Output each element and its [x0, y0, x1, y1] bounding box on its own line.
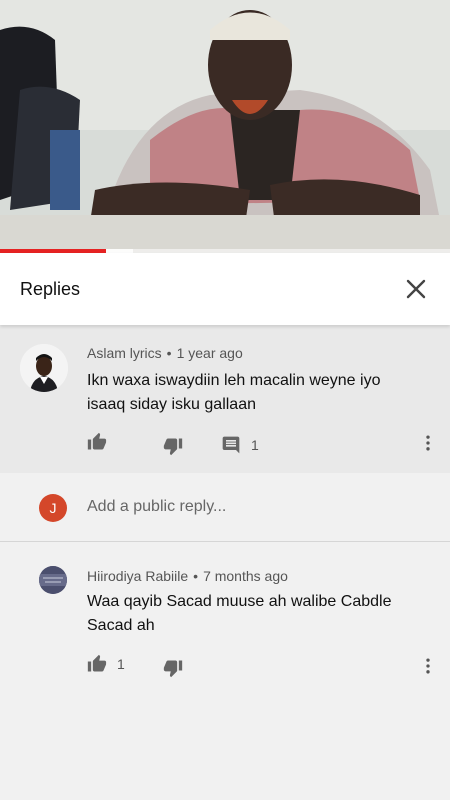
more-options-button[interactable] [418, 433, 438, 453]
comment-text: Waa qayib Sacad muuse ah walibe Cabdle S… [87, 590, 391, 638]
more-vert-icon [426, 658, 430, 674]
close-icon [406, 279, 426, 299]
like-button[interactable] [87, 432, 107, 452]
panel-title: Replies [20, 279, 81, 299]
comment-time: 7 months ago [203, 568, 288, 584]
comment-author[interactable]: Hiirodiya Rabiile [87, 568, 188, 584]
comment-text-line: Ikn waxa iswaydiin leh macalin weyne iyo [87, 372, 381, 389]
avatar-image [39, 566, 67, 594]
parent-comment: Aslam lyrics • 1 year ago Ikn waxa iswaydi… [0, 325, 450, 473]
like-count: 1 [117, 656, 125, 672]
thumbs-up-icon [87, 654, 107, 672]
comment-meta: Aslam lyrics • 1 year ago [87, 345, 243, 361]
comment-text: Ikn waxa iswaydiin leh macalin weyne iyo… [87, 369, 380, 417]
comment-text-line: isaaq siday isku gallaan [87, 396, 256, 413]
dislike-button[interactable] [163, 658, 183, 678]
comment-author[interactable]: Aslam lyrics [87, 345, 162, 361]
video-frame [0, 0, 450, 253]
thumbs-down-icon [163, 438, 183, 456]
close-button[interactable] [400, 273, 432, 305]
comment-meta: Hiirodiya Rabiile • 7 months ago [87, 568, 288, 584]
reply-comment: Hiirodiya Rabiile • 7 months ago Waa qayib… [0, 542, 450, 800]
video-player[interactable] [0, 0, 450, 253]
meta-separator: • [193, 568, 199, 584]
like-button[interactable]: 1 [87, 654, 125, 674]
thumbs-down-icon [163, 660, 183, 678]
comment-icon [222, 436, 240, 454]
avatar-image [20, 344, 68, 392]
comment-text-line: Sacad ah [87, 617, 155, 634]
thumbs-up-icon [87, 432, 107, 450]
avatar[interactable] [39, 566, 67, 594]
avatar[interactable] [20, 344, 68, 392]
reply-count: 1 [251, 437, 259, 453]
meta-separator: • [166, 345, 172, 361]
replies-button[interactable]: 1 [221, 435, 259, 455]
more-options-button[interactable] [418, 656, 438, 676]
comment-time: 1 year ago [176, 345, 243, 361]
more-vert-icon [426, 435, 430, 451]
add-reply-input[interactable]: Add a public reply... [87, 498, 226, 516]
replies-header: Replies [0, 253, 450, 325]
dislike-button[interactable] [163, 436, 183, 456]
user-avatar[interactable]: J [39, 494, 67, 522]
comment-text-line: Waa qayib Sacad muuse ah walibe Cabdle [87, 593, 392, 610]
